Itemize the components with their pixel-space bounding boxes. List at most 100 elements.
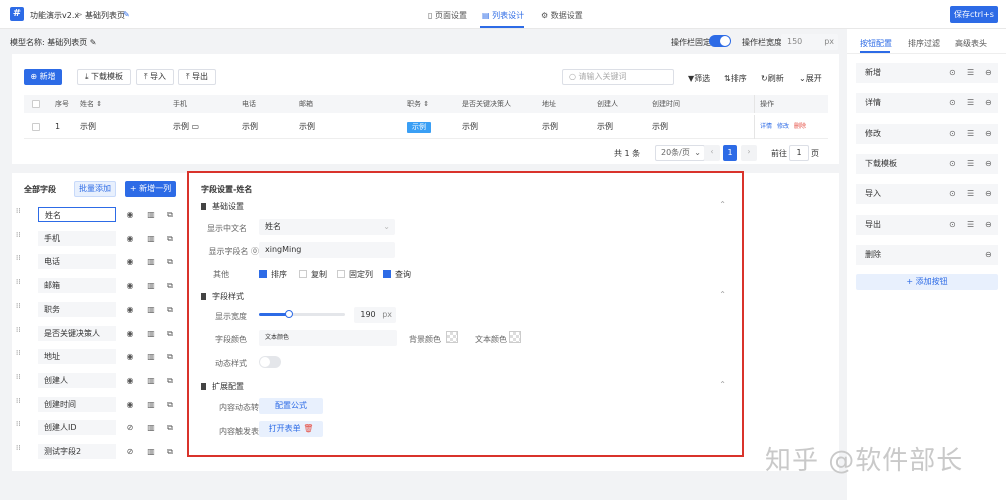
- option-copy-checkbox[interactable]: 复制: [299, 269, 327, 280]
- breadcrumb-app[interactable]: 功能演示v2.x: [30, 10, 79, 21]
- filter-button[interactable]: ▼筛选: [688, 73, 710, 84]
- col-width-input[interactable]: 150 px: [781, 34, 838, 50]
- field-row[interactable]: ⁞⁞ 地址 ◉ ▥ ⧉: [16, 349, 184, 365]
- button-config-item[interactable]: 删除 ⊖: [856, 244, 998, 265]
- eye-off-icon[interactable]: ⊘: [125, 447, 135, 457]
- refresh-button[interactable]: ↻刷新: [761, 73, 784, 84]
- field-row[interactable]: ⁞⁞ 是否关键决策人 ◉ ▥ ⧉: [16, 325, 184, 342]
- field-name[interactable]: 创建人: [38, 372, 116, 388]
- col-fixed-toggle[interactable]: [709, 35, 731, 47]
- tab-list-design[interactable]: ▤ 列表设计: [482, 10, 524, 21]
- button-config-item[interactable]: 下载模板 ⊙ ☰ ⊖: [856, 153, 998, 174]
- field-row[interactable]: ⁞⁞ 邮箱 ◉ ▥ ⧉: [16, 278, 184, 294]
- drag-handle-icon[interactable]: ⁞⁞: [16, 445, 22, 456]
- field-row[interactable]: ⁞⁞ 测试字段2 ⊘ ▥ ⧉: [16, 444, 184, 460]
- add-column-button[interactable]: + 新增一列: [125, 181, 176, 197]
- expand-button[interactable]: ⌄展开: [799, 73, 822, 84]
- field-row[interactable]: ⁞⁞ 手机 ◉ ▥ ⧉: [16, 230, 184, 247]
- field-row[interactable]: ⁞⁞ 职务 ◉ ▥ ⧉: [16, 301, 184, 318]
- import-button[interactable]: ⤒ 导入: [136, 69, 174, 85]
- reorder-icon[interactable]: ☰: [967, 124, 974, 144]
- open-form-button[interactable]: 打开表单 🗑: [259, 421, 323, 437]
- option-fixed-column-checkbox[interactable]: 固定列: [337, 269, 373, 280]
- tab-page-settings[interactable]: ▯ 页面设置: [428, 10, 467, 21]
- action-edit-link[interactable]: 修改: [777, 115, 789, 139]
- option-sort-checkbox[interactable]: 排序: [259, 269, 287, 280]
- action-delete-link[interactable]: 删除: [794, 115, 806, 139]
- field-name[interactable]: 创建时间: [38, 396, 116, 412]
- field-name[interactable]: 测试字段2: [38, 444, 116, 459]
- drag-handle-icon[interactable]: ⁞⁞: [16, 373, 22, 385]
- copy-icon[interactable]: ⧉: [165, 352, 175, 362]
- drag-handle-icon[interactable]: ⁞⁞: [16, 255, 22, 266]
- field-style-section[interactable]: 字段样式: [201, 291, 244, 302]
- next-page-button[interactable]: ›: [741, 145, 757, 161]
- settings-icon[interactable]: ⊙: [949, 184, 956, 204]
- batch-add-button[interactable]: 批量添加: [74, 181, 116, 197]
- tab-advanced-header[interactable]: 高级表头: [955, 38, 987, 49]
- field-color-input[interactable]: 文本颜色: [259, 330, 397, 346]
- extend-section[interactable]: 扩展配置: [201, 381, 244, 392]
- eye-icon[interactable]: ◉: [125, 400, 135, 410]
- add-button[interactable]: ⊕ 新增: [24, 69, 62, 85]
- action-detail-link[interactable]: 详情: [760, 115, 772, 139]
- eye-icon[interactable]: ◉: [125, 281, 135, 291]
- remove-icon[interactable]: ⊖: [985, 215, 992, 235]
- field-name[interactable]: 地址: [38, 349, 116, 365]
- trash-icon[interactable]: ▥: [146, 329, 156, 339]
- drag-handle-icon[interactable]: ⁞⁞: [16, 279, 22, 290]
- width-slider[interactable]: [259, 310, 345, 318]
- trash-icon[interactable]: ▥: [146, 234, 156, 244]
- basic-settings-section[interactable]: 基础设置: [201, 201, 244, 212]
- trash-icon[interactable]: ▥: [146, 376, 156, 386]
- field-name[interactable]: 创建人ID: [38, 420, 116, 436]
- th-title[interactable]: 职务 ⇕: [407, 95, 429, 113]
- eye-off-icon[interactable]: ⊘: [125, 423, 135, 433]
- trash-icon[interactable]: ▥: [146, 210, 156, 220]
- trash-icon[interactable]: ▥: [146, 257, 156, 267]
- settings-icon[interactable]: ⊙: [949, 93, 956, 113]
- trash-icon[interactable]: ▥: [146, 305, 156, 315]
- drag-handle-icon[interactable]: ⁞⁞: [16, 208, 22, 219]
- copy-icon[interactable]: ⧉: [165, 376, 175, 386]
- text-color-picker[interactable]: [509, 331, 521, 343]
- field-name[interactable]: 手机: [38, 230, 116, 246]
- field-row[interactable]: ⁞⁞ 创建人ID ⊘ ▥ ⧉: [16, 420, 184, 436]
- cn-name-select[interactable]: 姓名 ⌄: [259, 219, 395, 235]
- eye-icon[interactable]: ◉: [125, 352, 135, 362]
- button-config-item[interactable]: 新增 ⊙ ☰ ⊖: [856, 63, 998, 83]
- button-config-item[interactable]: 详情 ⊙ ☰ ⊖: [856, 93, 998, 114]
- reorder-icon[interactable]: ☰: [967, 93, 974, 113]
- th-name[interactable]: 姓名 ⇕: [80, 95, 102, 113]
- eye-icon[interactable]: ◉: [125, 210, 135, 220]
- eye-icon[interactable]: ◉: [125, 376, 135, 386]
- bg-color-picker[interactable]: [446, 331, 458, 343]
- collapse-icon[interactable]: ⌃: [719, 290, 726, 299]
- trash-icon[interactable]: ▥: [146, 281, 156, 291]
- field-row[interactable]: ⁞⁞ 电话 ◉ ▥ ⧉: [16, 254, 184, 270]
- dynamic-style-toggle[interactable]: [259, 356, 281, 368]
- remove-icon[interactable]: ⊖: [985, 154, 992, 174]
- remove-icon[interactable]: ⊖: [985, 184, 992, 204]
- field-name-input[interactable]: xingMing: [259, 242, 395, 258]
- option-query-checkbox[interactable]: 查询: [383, 269, 411, 280]
- prev-page-button[interactable]: ‹: [704, 145, 720, 161]
- field-row[interactable]: ⁞⁞ 创建时间 ◉ ▥ ⧉: [16, 396, 184, 413]
- drag-handle-icon[interactable]: ⁞⁞: [16, 397, 22, 409]
- select-all-checkbox[interactable]: [32, 100, 40, 108]
- copy-icon[interactable]: ⧉: [165, 329, 175, 339]
- width-slider-handle[interactable]: [285, 310, 293, 318]
- remove-icon[interactable]: ⊖: [985, 245, 992, 265]
- eye-icon[interactable]: ◉: [125, 305, 135, 315]
- field-name[interactable]: 职务: [38, 301, 116, 317]
- configure-formula-button[interactable]: 配置公式: [259, 398, 323, 414]
- settings-icon[interactable]: ⊙: [949, 154, 956, 174]
- copy-icon[interactable]: ⧉: [165, 234, 175, 244]
- trash-icon[interactable]: ▥: [146, 352, 156, 362]
- edit-title-icon[interactable]: ✎: [123, 10, 130, 19]
- trash-icon[interactable]: ▥: [146, 423, 156, 433]
- copy-icon[interactable]: ⧉: [165, 281, 175, 291]
- tab-button-config[interactable]: 按钮配置: [860, 38, 892, 49]
- reorder-icon[interactable]: ☰: [967, 184, 974, 204]
- field-name[interactable]: 是否关键决策人: [38, 325, 116, 341]
